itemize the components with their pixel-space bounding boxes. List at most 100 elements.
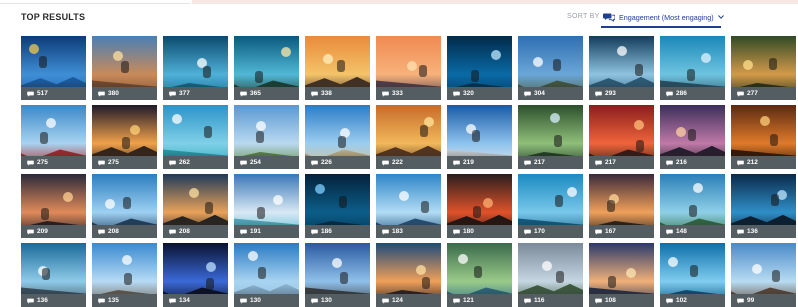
engagement-count: 217 bbox=[605, 159, 616, 166]
engagement-stats: 208 bbox=[163, 225, 228, 238]
thumbnail-highlight bbox=[743, 60, 753, 70]
result-tile[interactable]: 304 bbox=[518, 36, 583, 100]
comment-bubble-icon bbox=[382, 229, 389, 235]
engagement-stats: 338 bbox=[305, 87, 370, 100]
thumbnail-highlight bbox=[407, 61, 417, 71]
result-tile[interactable]: 136 bbox=[21, 243, 86, 307]
result-tile[interactable]: 338 bbox=[305, 36, 370, 100]
engagement-count: 136 bbox=[37, 297, 48, 304]
comment-bubble-icon bbox=[98, 91, 105, 97]
result-tile[interactable]: 121 bbox=[447, 243, 512, 307]
result-tile[interactable]: 254 bbox=[234, 105, 299, 169]
section-title: TOP RESULTS bbox=[21, 12, 86, 22]
engagement-count: 320 bbox=[463, 90, 474, 97]
engagement-count: 108 bbox=[605, 297, 616, 304]
sort-dropdown[interactable]: Engagement (Most engaging) bbox=[601, 8, 724, 28]
result-tile[interactable]: 365 bbox=[234, 36, 299, 100]
result-tile[interactable]: 136 bbox=[731, 174, 796, 238]
result-tile[interactable]: 148 bbox=[660, 174, 725, 238]
result-tile[interactable]: 212 bbox=[731, 105, 796, 169]
result-tile[interactable]: 130 bbox=[305, 243, 370, 307]
result-tile[interactable]: 226 bbox=[305, 105, 370, 169]
result-tile[interactable]: 262 bbox=[163, 105, 228, 169]
engagement-count: 275 bbox=[37, 159, 48, 166]
comment-bubble-icon bbox=[382, 91, 389, 97]
result-tile[interactable]: 134 bbox=[163, 243, 228, 307]
result-tile[interactable]: 208 bbox=[163, 174, 228, 238]
engagement-stats: 377 bbox=[163, 87, 228, 100]
result-tile[interactable]: 170 bbox=[518, 174, 583, 238]
comment-bubble-icon bbox=[169, 298, 176, 304]
result-tile[interactable]: 99 bbox=[731, 243, 796, 307]
thumbnail-subject bbox=[255, 71, 263, 83]
comment-bubble-icon bbox=[666, 160, 673, 166]
thumbnail-highlight bbox=[130, 125, 140, 135]
thumbnail-subject bbox=[258, 267, 266, 279]
engagement-count: 186 bbox=[321, 228, 332, 235]
result-tile[interactable]: 130 bbox=[234, 243, 299, 307]
result-tile[interactable]: 293 bbox=[589, 36, 654, 100]
result-tile[interactable]: 102 bbox=[660, 243, 725, 307]
thumbnail-highlight bbox=[256, 121, 266, 131]
thumbnail-subject bbox=[39, 56, 47, 68]
result-tile[interactable]: 209 bbox=[21, 174, 86, 238]
result-tile[interactable]: 286 bbox=[660, 36, 725, 100]
result-tile[interactable]: 222 bbox=[376, 105, 441, 169]
comment-bubble-icon bbox=[240, 160, 247, 166]
thumbnail-highlight bbox=[332, 258, 342, 268]
thumbnail-subject bbox=[204, 126, 212, 138]
engagement-count: 99 bbox=[747, 297, 755, 304]
result-tile[interactable]: 219 bbox=[447, 105, 512, 169]
thumbnail-highlight bbox=[483, 198, 493, 208]
result-tile[interactable]: 167 bbox=[589, 174, 654, 238]
result-tile[interactable]: 135 bbox=[92, 243, 157, 307]
result-tile[interactable]: 275 bbox=[21, 105, 86, 169]
engagement-stats: 208 bbox=[92, 225, 157, 238]
engagement-count: 148 bbox=[676, 228, 687, 235]
result-tile[interactable]: 116 bbox=[518, 243, 583, 307]
result-tile[interactable]: 333 bbox=[376, 36, 441, 100]
thumbnail-subject bbox=[205, 202, 213, 214]
result-tile[interactable]: 380 bbox=[92, 36, 157, 100]
thumbnail-subject bbox=[769, 58, 777, 70]
engagement-count: 180 bbox=[463, 228, 474, 235]
result-tile[interactable]: 186 bbox=[305, 174, 370, 238]
thumbnail-subject bbox=[337, 60, 345, 72]
result-tile[interactable]: 275 bbox=[92, 105, 157, 169]
result-tile[interactable]: 208 bbox=[92, 174, 157, 238]
thumbnail-subject bbox=[339, 196, 347, 208]
comment-bubble-icon bbox=[453, 160, 460, 166]
top-divider bbox=[0, 0, 190, 4]
engagement-count: 208 bbox=[108, 228, 119, 235]
result-tile[interactable]: 320 bbox=[447, 36, 512, 100]
engagement-count: 208 bbox=[179, 228, 190, 235]
engagement-count: 170 bbox=[534, 228, 545, 235]
engagement-count: 130 bbox=[250, 297, 261, 304]
comment-bubble-icon bbox=[98, 229, 105, 235]
thumbnail-subject bbox=[687, 69, 695, 81]
result-tile[interactable]: 180 bbox=[447, 174, 512, 238]
thumbnail-subject bbox=[41, 208, 49, 220]
thumbnail-subject bbox=[203, 66, 211, 78]
result-tile[interactable]: 277 bbox=[731, 36, 796, 100]
engagement-count: 219 bbox=[463, 159, 474, 166]
engagement-stats: 293 bbox=[589, 87, 654, 100]
thumbnail-subject bbox=[338, 136, 346, 148]
engagement-stats: 209 bbox=[21, 225, 86, 238]
engagement-stats: 380 bbox=[92, 87, 157, 100]
result-tile[interactable]: 183 bbox=[376, 174, 441, 238]
result-tile[interactable]: 124 bbox=[376, 243, 441, 307]
result-tile[interactable]: 217 bbox=[589, 105, 654, 169]
engagement-stats: 286 bbox=[660, 87, 725, 100]
engagement-stats: 130 bbox=[234, 294, 299, 307]
engagement-count: 275 bbox=[108, 159, 119, 166]
result-tile[interactable]: 216 bbox=[660, 105, 725, 169]
result-tile[interactable]: 191 bbox=[234, 174, 299, 238]
result-tile[interactable]: 517 bbox=[21, 36, 86, 100]
result-tile[interactable]: 108 bbox=[589, 243, 654, 307]
comment-bubble-icon bbox=[666, 229, 673, 235]
comment-bubble-icon bbox=[595, 298, 602, 304]
result-tile[interactable]: 377 bbox=[163, 36, 228, 100]
result-tile[interactable]: 217 bbox=[518, 105, 583, 169]
thumbnail-subject bbox=[553, 59, 561, 71]
